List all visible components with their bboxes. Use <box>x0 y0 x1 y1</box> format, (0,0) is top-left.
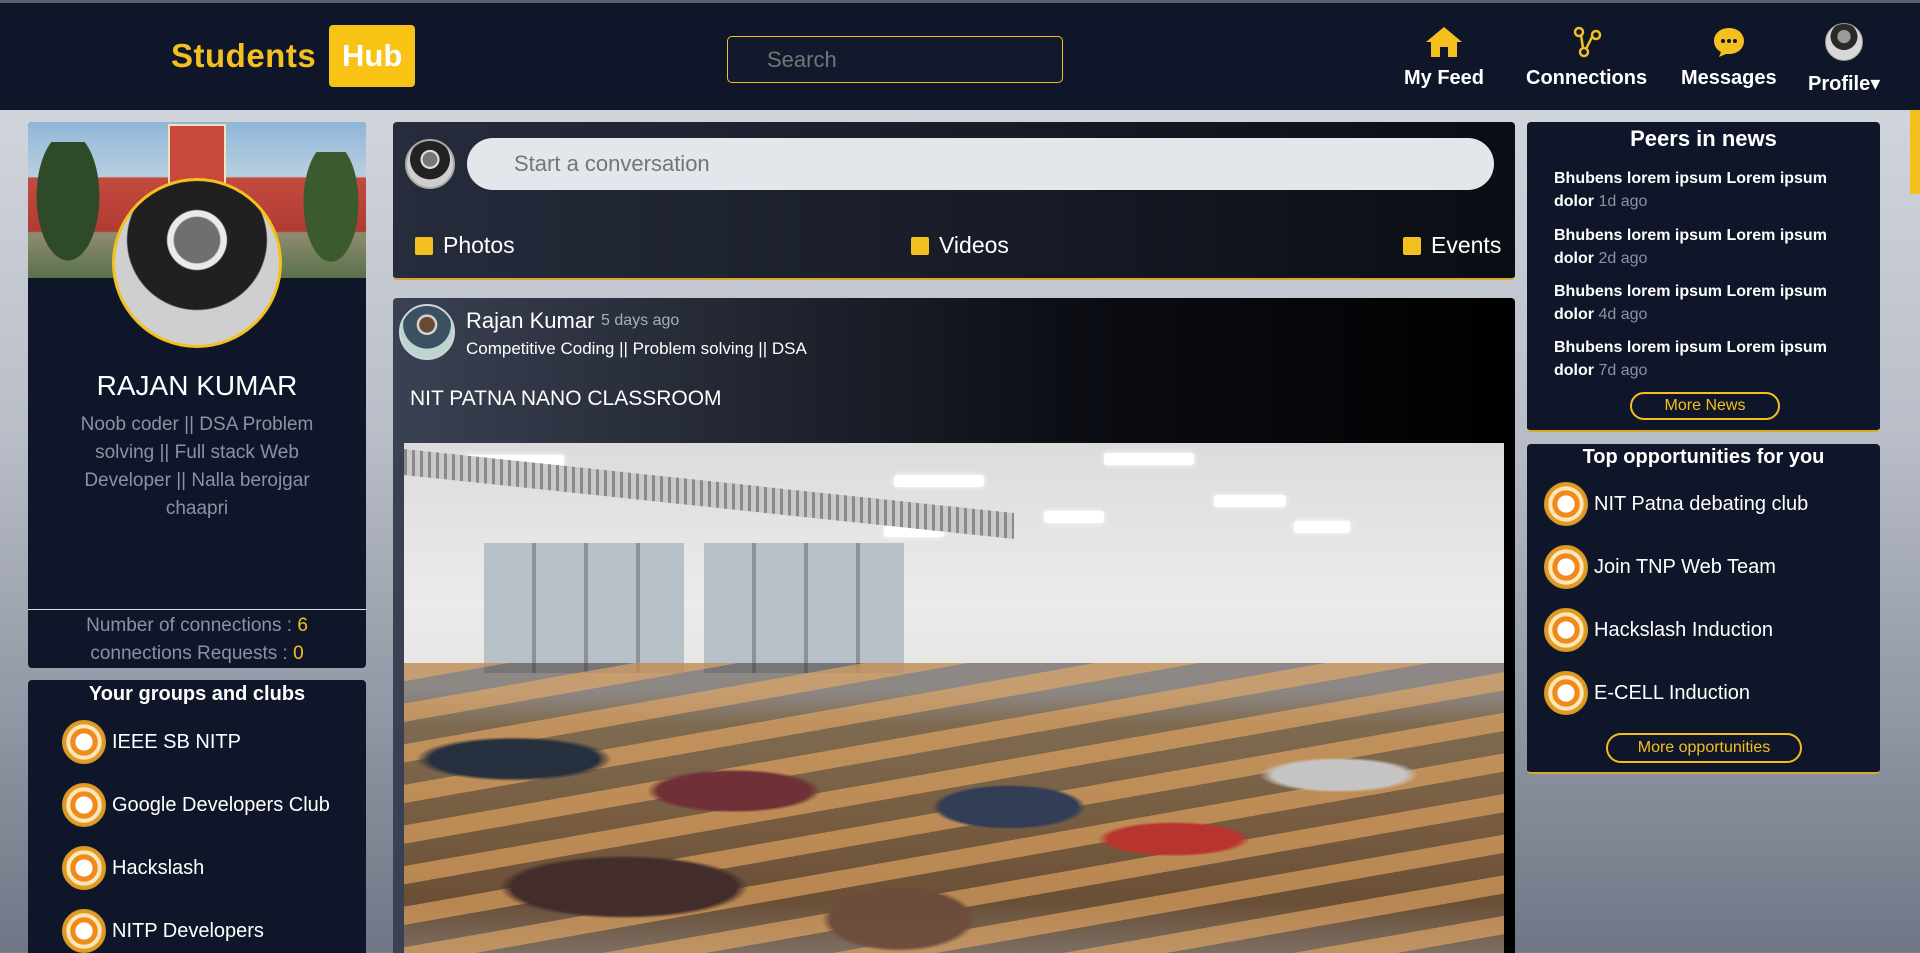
profile-avatar <box>1825 21 1864 63</box>
profile-bio: Noob coder || DSA Problem solving || Ful… <box>80 414 314 519</box>
connections-value: 6 <box>297 615 308 636</box>
news-item[interactable]: Bhubens lorem ipsum Lorem ipsum dolor 1d… <box>1554 167 1854 213</box>
club-item[interactable]: IEEE SB NITP <box>62 720 241 764</box>
nav-profile[interactable]: Profile▾ <box>1808 21 1880 96</box>
scrollbar-thumb[interactable] <box>1910 110 1920 194</box>
profile-name: RAJAN KUMAR <box>96 370 298 401</box>
post-author-headline: Competitive Coding || Problem solving ||… <box>466 339 807 358</box>
requests-value: 0 <box>293 643 304 664</box>
news-item[interactable]: Bhubens lorem ipsum Lorem ipsum dolor 2d… <box>1554 224 1854 270</box>
author-avatar[interactable] <box>399 304 455 360</box>
opportunity-item[interactable]: Hackslash Induction <box>1544 608 1773 652</box>
nav-messages[interactable]: Messages <box>1681 23 1777 90</box>
news-title: Peers in news <box>1630 126 1777 151</box>
groups-card: Your groups and clubs IEEE SB NITP Googl… <box>28 680 366 953</box>
search-input[interactable] <box>727 36 1063 83</box>
club-emblem-icon <box>62 909 106 953</box>
nav-label: My Feed <box>1404 67 1485 89</box>
nav-connections[interactable]: Connections <box>1526 23 1647 90</box>
club-item[interactable]: Hackslash <box>62 846 204 890</box>
post-image[interactable] <box>404 443 1504 953</box>
post-time: 5 days ago <box>601 312 680 329</box>
club-emblem-icon <box>1544 545 1588 589</box>
calendar-icon <box>1403 236 1421 255</box>
top-navbar: Students Hub My Feed Connections Message… <box>0 0 1920 110</box>
more-news-button[interactable]: More News <box>1630 392 1780 420</box>
club-emblem-icon <box>1544 608 1588 652</box>
more-opportunities-button[interactable]: More opportunities <box>1606 733 1802 763</box>
club-emblem-icon <box>1544 671 1588 715</box>
photo-icon <box>415 236 433 255</box>
profile-photo[interactable] <box>112 178 282 348</box>
opportunity-item[interactable]: E-CELL Induction <box>1544 671 1750 715</box>
opportunities-card: Top opportunities for you NIT Patna deba… <box>1527 444 1880 774</box>
post-author[interactable]: Rajan Kumar <box>466 308 594 334</box>
club-emblem-icon <box>1544 482 1588 526</box>
connection-requests[interactable]: connections Requests : 0 <box>28 643 366 665</box>
opportunities-title: Top opportunities for you <box>1582 446 1825 468</box>
videos-button[interactable]: Videos <box>911 232 1009 259</box>
messages-icon <box>1712 23 1746 61</box>
divider <box>28 609 366 610</box>
feed-post: Rajan Kumar 5 days ago Competitive Codin… <box>393 298 1515 953</box>
club-emblem-icon <box>62 783 106 827</box>
logo-word: Students <box>171 37 317 74</box>
profile-card: RAJAN KUMAR Noob coder || DSA Problem so… <box>28 122 366 668</box>
club-item[interactable]: NITP Developers <box>62 909 264 953</box>
chevron-down-icon: ▾ <box>1870 73 1881 95</box>
app-logo[interactable]: Students Hub <box>171 25 416 87</box>
club-emblem-icon <box>62 720 106 764</box>
club-item[interactable]: Google Developers Club <box>62 783 330 827</box>
groups-title: Your groups and clubs <box>88 683 306 705</box>
opportunity-item[interactable]: NIT Patna debating club <box>1544 482 1808 526</box>
nav-label: Connections <box>1526 67 1648 89</box>
home-icon <box>1424 23 1464 61</box>
events-button[interactable]: Events <box>1403 232 1501 259</box>
video-icon <box>911 236 929 255</box>
news-item[interactable]: Bhubens lorem ipsum Lorem ipsum dolor 7d… <box>1554 336 1854 382</box>
nav-label: Messages <box>1681 67 1777 89</box>
nav-my-feed[interactable]: My Feed <box>1404 23 1484 90</box>
post-title: NIT PATNA NANO CLASSROOM <box>410 387 722 410</box>
user-avatar <box>405 139 455 189</box>
photos-button[interactable]: Photos <box>415 232 515 259</box>
connections-count[interactable]: Number of connections : 6 <box>28 615 366 637</box>
connections-icon <box>1571 23 1603 61</box>
post-composer: Photos Videos Events <box>393 122 1515 280</box>
news-item[interactable]: Bhubens lorem ipsum Lorem ipsum dolor 4d… <box>1554 280 1854 326</box>
club-emblem-icon <box>62 846 106 890</box>
conversation-input[interactable] <box>467 138 1494 190</box>
peers-news-card: Peers in news Bhubens lorem ipsum Lorem … <box>1527 122 1880 432</box>
opportunity-item[interactable]: Join TNP Web Team <box>1544 545 1776 589</box>
nav-label: Profile▾ <box>1808 73 1881 95</box>
logo-badge: Hub <box>329 25 416 87</box>
